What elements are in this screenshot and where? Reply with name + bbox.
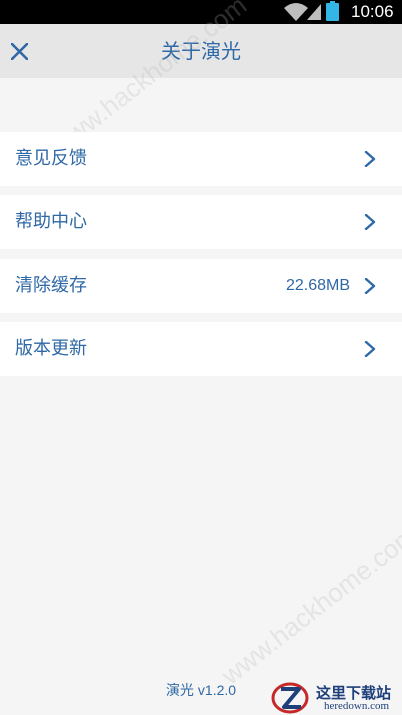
chevron-right-icon (364, 151, 376, 167)
logo-z-icon (271, 682, 309, 714)
menu-item-clear-cache[interactable]: 清除缓存 22.68MB (0, 259, 402, 313)
watermark-bottom: www.hackhome.com (215, 519, 402, 691)
chevron-right-icon (364, 278, 376, 294)
close-button[interactable] (0, 24, 40, 78)
site-logo: 这里下载站 heredown.com (270, 680, 402, 715)
menu-item-label: 意见反馈 (15, 148, 87, 169)
close-icon (11, 43, 28, 60)
chevron-right-icon (364, 341, 376, 357)
menu-item-label: 帮助中心 (15, 211, 87, 232)
battery-icon (326, 1, 339, 21)
chevron-right-icon (364, 214, 376, 230)
menu-item-label: 清除缓存 (15, 275, 87, 296)
signal-icon (307, 4, 321, 20)
menu-item-help[interactable]: 帮助中心 (0, 195, 402, 249)
menu-item-version-update[interactable]: 版本更新 (0, 322, 402, 376)
status-bar: 10:06 (0, 0, 402, 24)
menu-item-feedback[interactable]: 意见反馈 (0, 132, 402, 186)
version-number: v1.2.0 (197, 682, 237, 698)
logo-name-en: heredown.com (324, 700, 390, 712)
app-name: 演光 (165, 683, 194, 699)
wifi-icon (284, 3, 308, 21)
clock: 10:06 (351, 2, 394, 21)
cache-size-value: 22.68MB (285, 277, 350, 294)
header-bar: 关于演光 (0, 24, 402, 78)
menu-item-label: 版本更新 (15, 338, 87, 359)
page-title: 关于演光 (161, 39, 241, 63)
